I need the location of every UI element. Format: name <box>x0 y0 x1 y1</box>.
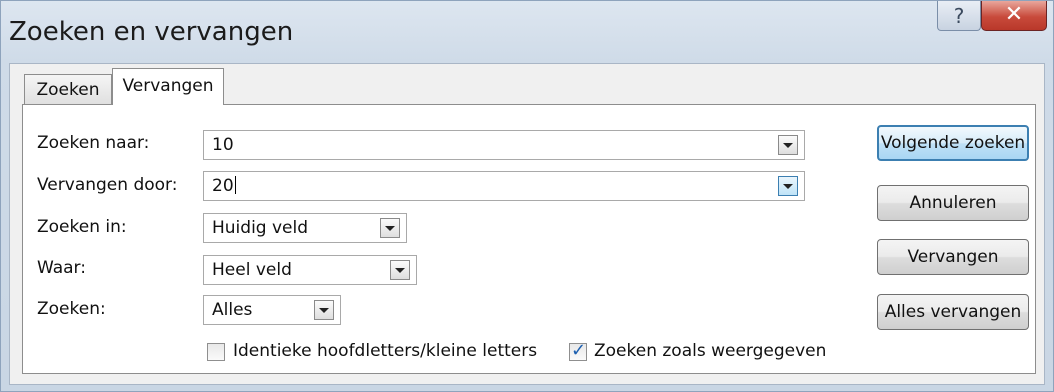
lookin-value: Huidig veld <box>212 218 309 238</box>
chevron-down-icon[interactable] <box>778 135 798 155</box>
replace-all-button[interactable]: Alles vervangen <box>877 294 1029 330</box>
cancel-button[interactable]: Annuleren <box>877 185 1029 221</box>
dialog-window: Zoeken en vervangen ? ✕ Zoeken Vervangen… <box>0 0 1054 392</box>
replace-label: Vervangen door: <box>37 175 178 195</box>
find-value: 10 <box>212 135 234 155</box>
replace-combobox[interactable]: 20 <box>203 171 805 201</box>
match-label: Waar: <box>37 258 86 278</box>
chevron-down-icon[interactable] <box>390 260 410 280</box>
help-button[interactable]: ? <box>937 1 981 31</box>
tab-vervangen[interactable]: Vervangen <box>112 68 224 105</box>
tab-zoeken[interactable]: Zoeken <box>24 74 112 104</box>
help-icon: ? <box>953 4 965 28</box>
close-icon: ✕ <box>1004 2 1024 27</box>
replace-value-wrap: 20 <box>212 176 236 196</box>
lookin-select[interactable]: Huidig veld <box>203 213 407 243</box>
search-direction-value: Alles <box>212 300 253 320</box>
close-button[interactable]: ✕ <box>981 1 1047 31</box>
match-case-label[interactable]: Identieke hoofdletters/kleine letters <box>233 341 537 361</box>
find-label: Zoeken naar: <box>37 133 150 153</box>
match-value: Heel veld <box>212 260 292 280</box>
replace-value: 20 <box>212 176 234 196</box>
replace-button[interactable]: Vervangen <box>877 239 1029 275</box>
search-formatted-label[interactable]: Zoeken zoals weergegeven <box>594 341 826 361</box>
title-bar[interactable]: Zoeken en vervangen ? ✕ <box>1 1 1053 63</box>
chevron-down-icon[interactable] <box>380 218 400 238</box>
check-icon: ✓ <box>571 340 587 361</box>
search-formatted-checkbox[interactable]: ✓ <box>569 340 587 361</box>
lookin-label: Zoeken in: <box>37 217 127 237</box>
find-combobox[interactable]: 10 <box>203 130 805 160</box>
chevron-down-icon[interactable] <box>778 176 798 196</box>
dialog-title: Zoeken en vervangen <box>9 17 294 47</box>
search-direction-label: Zoeken: <box>37 299 106 319</box>
chevron-down-icon[interactable] <box>314 300 334 320</box>
match-case-checkbox[interactable] <box>207 343 225 361</box>
search-direction-select[interactable]: Alles <box>203 295 341 325</box>
dialog-body: Zoeken Vervangen Zoeken naar: 10 Vervang… <box>9 63 1045 385</box>
find-next-button[interactable]: Volgende zoeken <box>877 125 1029 161</box>
text-caret <box>234 176 236 194</box>
tab-panel: Zoeken naar: 10 Vervangen door: 20 Zoeke… <box>22 104 1036 374</box>
match-select[interactable]: Heel veld <box>203 255 417 285</box>
